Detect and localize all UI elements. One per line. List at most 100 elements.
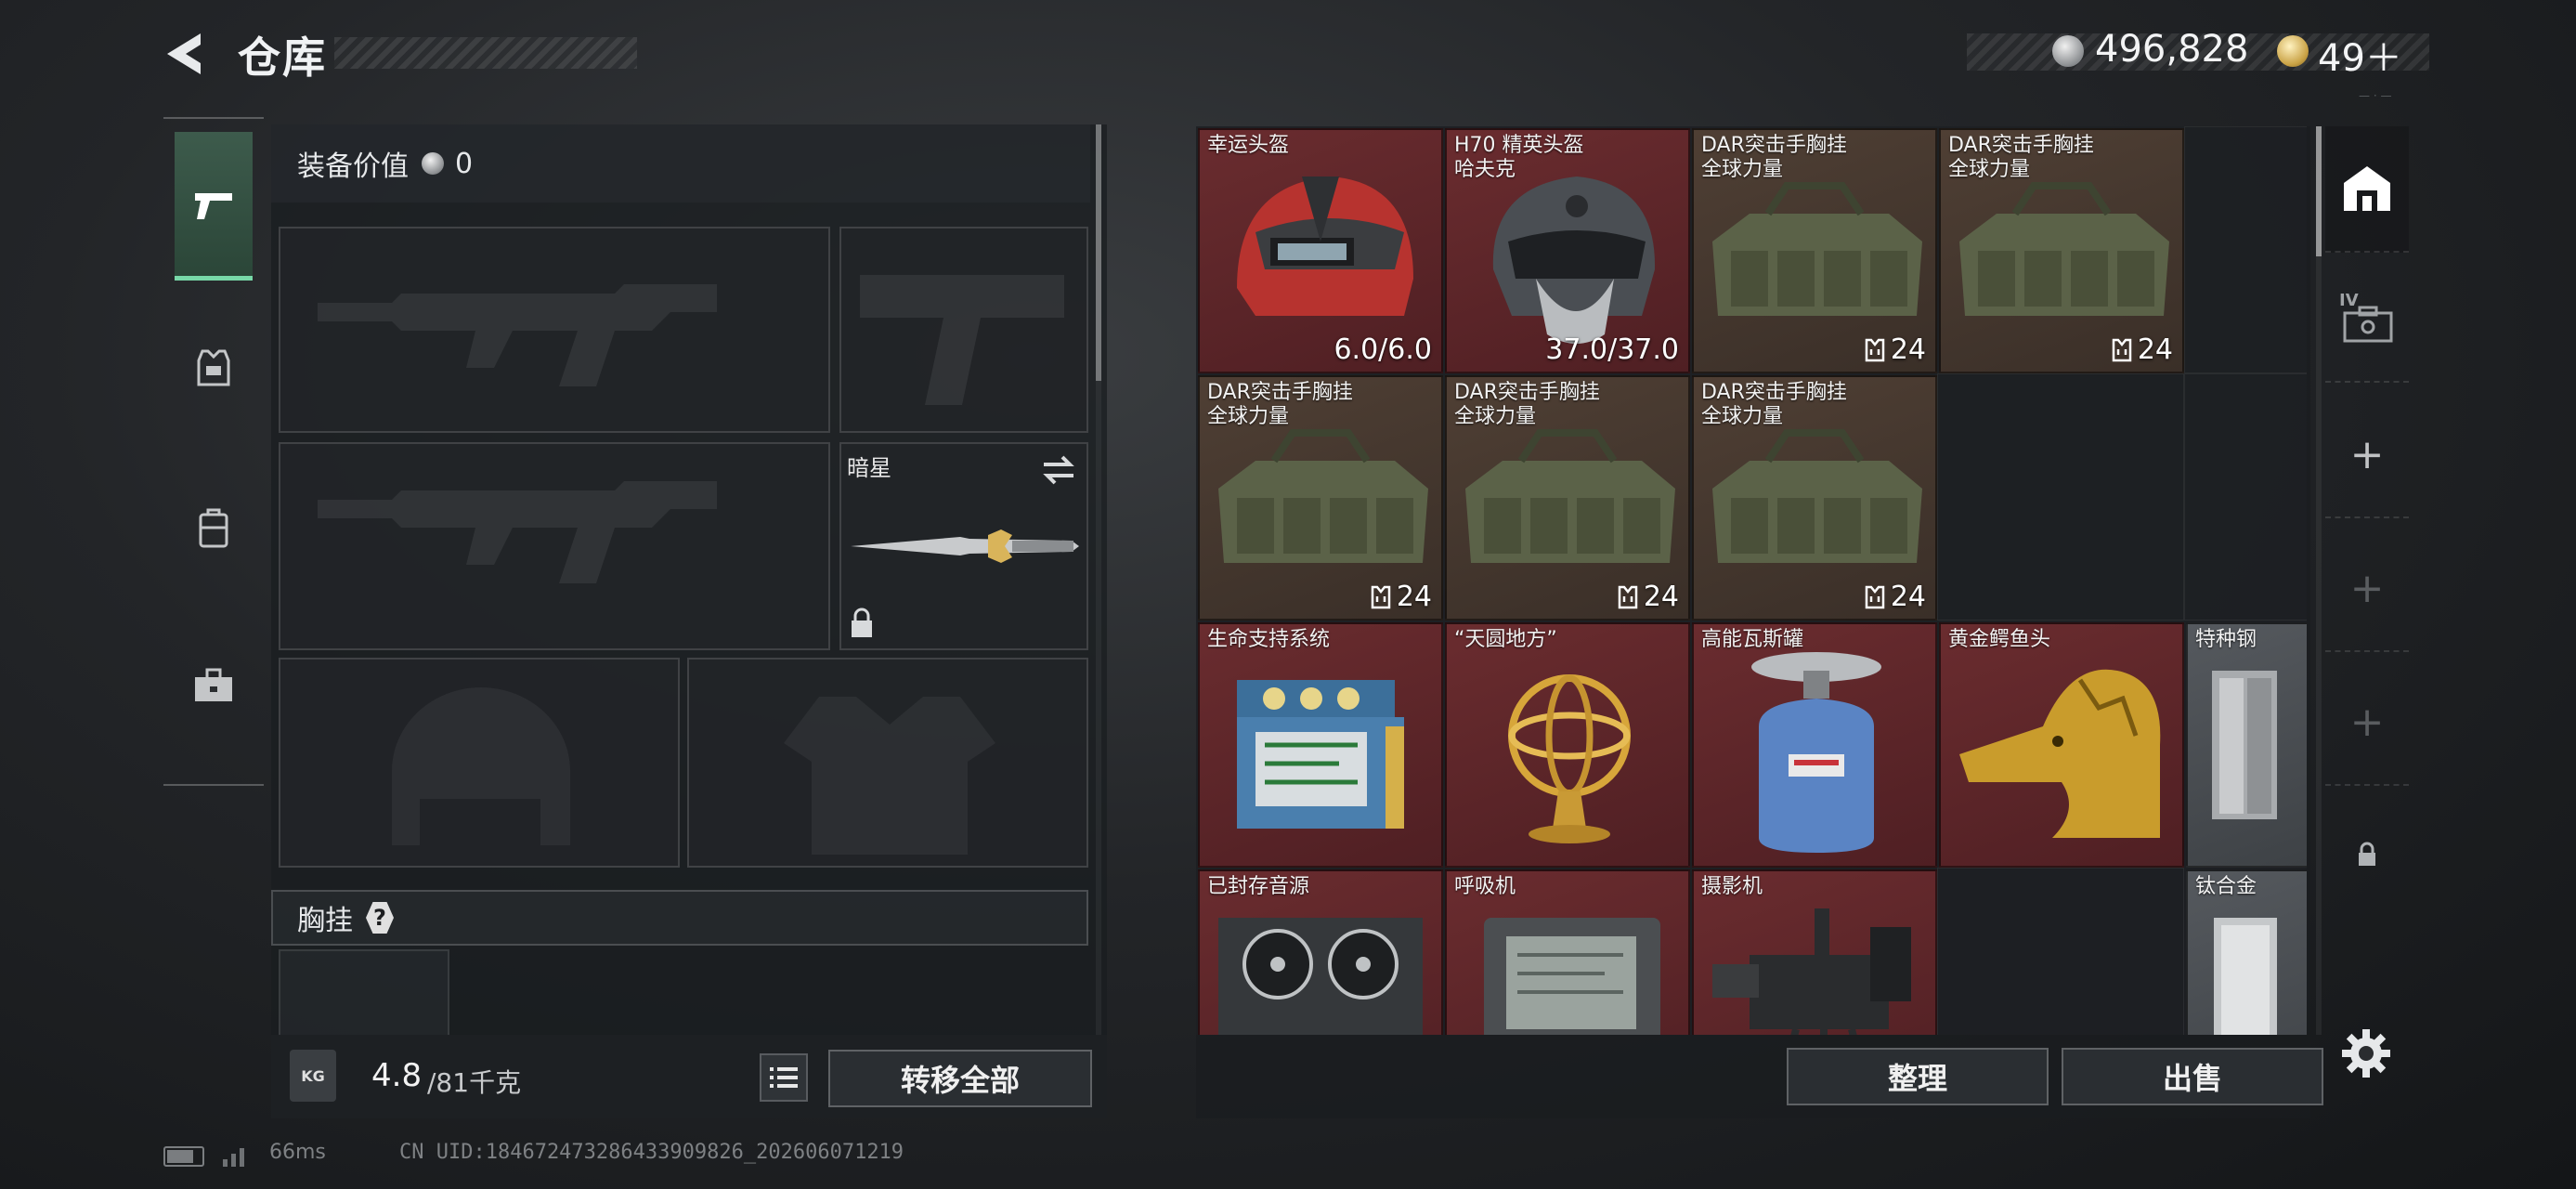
premium-currency-button[interactable]: 49＋ xyxy=(2318,28,2402,82)
item-name: 摄影机 xyxy=(1701,875,1763,898)
nav-tab-armor[interactable] xyxy=(175,294,253,442)
item-capacity: 24 xyxy=(1616,581,1679,613)
item-golden-crocodile-head[interactable]: 黄金鳄鱼头 xyxy=(1939,622,2184,868)
helmet-silhouette-icon xyxy=(392,687,570,845)
item-name: DAR突击手胸挂 全球力量 xyxy=(1701,134,1847,181)
weight-current: 4.8 xyxy=(371,1057,423,1094)
plus-icon: + xyxy=(2349,430,2385,478)
helmet-slot[interactable] xyxy=(279,658,680,868)
item-special-steel[interactable]: 特种钢 xyxy=(2186,622,2307,868)
nav-tab-secure-case[interactable] xyxy=(175,611,253,760)
title-stripe-decoration xyxy=(334,37,637,69)
item-lucky-helmet[interactable]: 幸运头盔 6.0/6.0 xyxy=(1198,128,1443,373)
tab-add-storage[interactable]: + xyxy=(2325,660,2409,786)
transfer-all-button[interactable]: 转移全部 xyxy=(828,1050,1092,1107)
tab-locked-storage[interactable] xyxy=(2325,791,2409,918)
briefcase-icon xyxy=(195,668,232,701)
back-arrow-icon[interactable] xyxy=(160,28,212,80)
vest-capacity-icon xyxy=(1618,585,1638,608)
tab-secure-case[interactable]: IV xyxy=(2325,256,2409,383)
tab-main-storage[interactable] xyxy=(2325,126,2409,253)
item-capacity-value: 24 xyxy=(1643,581,1679,613)
list-view-button[interactable] xyxy=(760,1053,808,1102)
equipment-footer: KG 4.8 /81千克 转移全部 xyxy=(271,1035,1107,1118)
sidearm-slot[interactable] xyxy=(839,227,1088,433)
item-capacity-value: 24 xyxy=(2137,333,2173,366)
item-h70-elite-helmet[interactable]: H70 精英头盔 哈夫克 37.0/37.0 xyxy=(1445,128,1690,373)
briefcase-icon xyxy=(2343,306,2393,343)
nav-tab-weapons[interactable] xyxy=(175,132,253,281)
sell-button[interactable]: 出售 xyxy=(2062,1048,2323,1105)
melee-slot[interactable]: 暗星 xyxy=(839,442,1088,650)
rifle-silhouette-icon xyxy=(318,284,717,386)
item-name: 钛合金 xyxy=(2195,875,2257,898)
backpack-icon xyxy=(199,508,228,548)
weight-icon-label: KG xyxy=(301,1066,325,1085)
lock-icon xyxy=(2359,842,2375,866)
empty-grid-cell[interactable] xyxy=(2184,126,2307,373)
list-icon xyxy=(770,1067,798,1088)
item-name: DAR突击手胸挂 全球力量 xyxy=(1454,381,1600,428)
page-title: 仓库 xyxy=(238,33,327,83)
equipment-panel: 装备价值 0 暗星 胸挂 ? KG 4.8 /81千克 转移全部 xyxy=(271,124,1107,1118)
primary-weapon-slot[interactable] xyxy=(279,227,830,433)
plus-icon: + xyxy=(2349,564,2385,612)
gear-icon[interactable] xyxy=(2340,1027,2392,1079)
item-name: 已封存音源 xyxy=(1207,875,1310,898)
rifle-silhouette-icon xyxy=(318,481,717,583)
item-capacity: 24 xyxy=(1369,581,1432,613)
empty-grid-cell[interactable] xyxy=(1937,373,2184,621)
item-high-energy-gas-tank[interactable]: 高能瓦斯罐 xyxy=(1692,622,1937,868)
item-name: DAR突击手胸挂 全球力量 xyxy=(1701,381,1847,428)
item-sealed-audio-source[interactable]: 已封存音源 xyxy=(1198,869,1443,1035)
item-armillary-sphere[interactable]: “天圆地方” xyxy=(1445,622,1690,868)
tab-add-storage[interactable]: + xyxy=(2325,392,2409,518)
vest-capacity-icon xyxy=(2112,338,2132,361)
item-dar-chest-rig[interactable]: DAR突击手胸挂 全球力量 24 xyxy=(1445,375,1690,621)
melee-item-name: 暗星 xyxy=(847,455,891,481)
item-video-camera[interactable]: 摄影机 xyxy=(1692,869,1937,1035)
currency-amount: 496,828 xyxy=(2095,28,2249,71)
item-titanium-alloy[interactable]: 钛合金 xyxy=(2186,869,2307,1035)
item-name: 高能瓦斯罐 xyxy=(1701,628,1804,651)
nav-tab-backpack[interactable] xyxy=(175,453,253,602)
organize-button[interactable]: 整理 xyxy=(1787,1048,2049,1105)
chest-rig-slot[interactable] xyxy=(279,949,449,1042)
item-life-support-system[interactable]: 生命支持系统 xyxy=(1198,622,1443,868)
knife-image xyxy=(851,529,1079,563)
item-dar-chest-rig[interactable]: DAR突击手胸挂 全球力量 24 xyxy=(1692,375,1937,621)
weight-icon: KG xyxy=(290,1050,336,1102)
item-capacity: 24 xyxy=(2110,333,2173,366)
item-name: DAR突击手胸挂 全球力量 xyxy=(1948,134,2094,181)
item-name: H70 精英头盔 哈夫克 xyxy=(1454,134,1584,181)
item-capacity: 24 xyxy=(1863,333,1926,366)
item-name: 幸运头盔 xyxy=(1207,134,1290,157)
secondary-weapon-slot[interactable] xyxy=(279,442,830,650)
storage-tabs: IV + + + xyxy=(2325,126,2409,944)
item-dar-chest-rig[interactable]: DAR突击手胸挂 全球力量 24 xyxy=(1692,128,1937,373)
empty-grid-cell[interactable] xyxy=(2184,373,2307,621)
battery-level xyxy=(167,1150,193,1163)
equipment-scrollbar[interactable] xyxy=(1096,124,1101,381)
armor-icon xyxy=(197,349,230,386)
item-dar-chest-rig[interactable]: DAR突击手胸挂 全球力量 24 xyxy=(1939,128,2184,373)
item-name: 生命支持系统 xyxy=(1207,628,1331,651)
weight-capacity: /81千克 xyxy=(427,1067,522,1098)
storage-grid: 幸运头盔 6.0/6.0 H70 精英头盔 哈夫克 37.0/37.0 DAR突… xyxy=(1196,126,2307,1035)
item-name: 黄金鳄鱼头 xyxy=(1948,628,2051,651)
premium-coin-icon xyxy=(2277,35,2309,67)
help-icon[interactable]: ? xyxy=(366,902,394,934)
storage-scrollbar[interactable] xyxy=(2316,126,2322,256)
swap-icon[interactable] xyxy=(1040,453,1077,487)
item-capacity-value: 24 xyxy=(1396,581,1432,613)
empty-grid-cell[interactable] xyxy=(1937,868,2184,1035)
item-name: 特种钢 xyxy=(2195,628,2257,651)
gold-crocodile-image xyxy=(1959,669,2161,838)
item-durability: 6.0/6.0 xyxy=(1334,333,1432,366)
item-dar-chest-rig[interactable]: DAR突击手胸挂 全球力量 24 xyxy=(1198,375,1443,621)
tab-add-storage[interactable]: + xyxy=(2325,526,2409,652)
item-ventilator[interactable]: 呼吸机 xyxy=(1445,869,1690,1035)
special-steel-image xyxy=(2212,671,2277,819)
plus-icon: + xyxy=(2349,698,2385,746)
body-armor-slot[interactable] xyxy=(687,658,1088,868)
